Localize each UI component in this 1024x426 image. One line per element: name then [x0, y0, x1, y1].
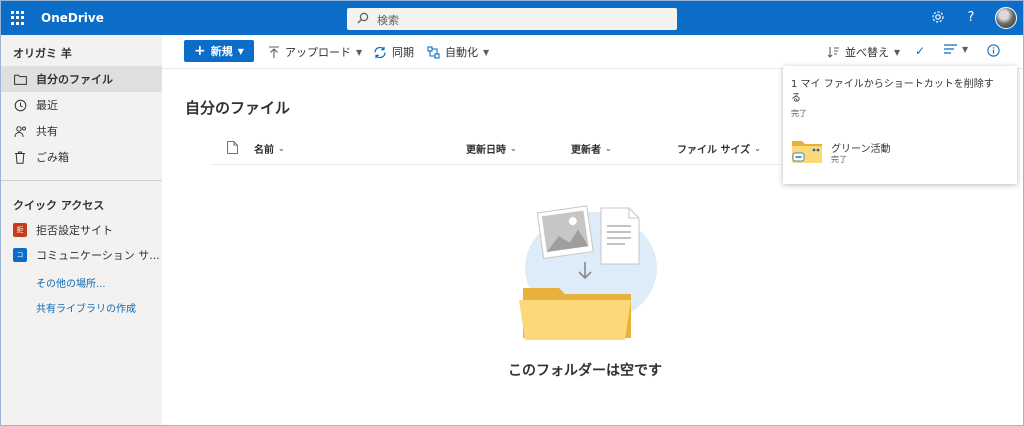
avatar[interactable]	[995, 7, 1017, 29]
notification-message: 1 マイ ファイルからショートカットを削除する	[791, 79, 994, 104]
checkmark-icon: ✓	[915, 44, 926, 58]
sidebar-site-deny-settings[interactable]: 拒 拒否設定サイト	[1, 217, 162, 243]
site-badge-icon: 拒	[13, 223, 27, 237]
sidebar: オリガミ 羊 自分のファイル 最近 共有 ごみ箱 クイック アクセス 拒 拒否設…	[1, 35, 162, 425]
notification-item-name[interactable]: グリーン活動	[831, 140, 891, 155]
command-bar: + 新規 ▼ アップロード ▼ 同期 自動化 ▼ 並べ替え ▼ ✓ ▼	[162, 35, 1023, 69]
chevron-down-icon: ▼	[894, 47, 901, 57]
create-shared-library-link[interactable]: 共有ライブラリの作成	[36, 300, 136, 315]
notification-item-status: 完了	[831, 155, 847, 164]
people-icon	[13, 124, 27, 138]
automate-button[interactable]: 自動化 ▼	[427, 44, 489, 60]
notification-status: 完了	[791, 109, 807, 118]
info-button[interactable]	[987, 44, 1000, 57]
chevron-down-icon: ⌄	[754, 144, 761, 153]
clock-icon	[13, 98, 27, 112]
site-label: 拒否設定サイト	[36, 224, 113, 237]
site-badge-icon: コ	[13, 248, 27, 262]
sidebar-item-label: 自分のファイル	[36, 73, 113, 86]
upload-button[interactable]: アップロード ▼	[268, 44, 362, 60]
column-header-modified-by[interactable]: 更新者 ⌄	[571, 141, 612, 156]
chevron-down-icon: ▼	[962, 44, 969, 54]
sidebar-item-recent[interactable]: 最近	[1, 92, 162, 118]
page-title: 自分のファイル	[185, 99, 291, 117]
list-view-icon	[944, 44, 957, 54]
sync-icon	[373, 46, 387, 59]
sidebar-item-label: ごみ箱	[36, 151, 69, 164]
sync-button[interactable]: 同期	[373, 44, 414, 60]
chevron-down-icon: ▼	[237, 46, 244, 56]
file-icon	[227, 141, 238, 154]
sidebar-site-communication[interactable]: コ コミュニケーション サ...	[1, 242, 162, 268]
chevron-down-icon: ▼	[356, 47, 363, 57]
automate-icon	[427, 45, 440, 59]
sidebar-item-label: 共有	[36, 125, 58, 138]
sort-icon	[827, 46, 840, 58]
select-checkmark-button[interactable]: ✓	[915, 44, 925, 58]
chevron-down-icon: ⌄	[510, 144, 517, 153]
sidebar-item-label: 最近	[36, 99, 58, 112]
view-options-button[interactable]: ▼	[944, 44, 968, 54]
shortcut-folder-icon[interactable]	[791, 138, 823, 164]
waffle-icon[interactable]	[11, 11, 25, 25]
plus-icon: +	[194, 43, 206, 59]
empty-folder-illustration	[519, 205, 657, 340]
new-button[interactable]: + 新規 ▼	[184, 40, 254, 62]
gear-icon[interactable]	[930, 10, 946, 26]
chevron-down-icon: ⌄	[605, 144, 612, 153]
quick-access-title: クイック アクセス	[13, 199, 105, 212]
site-label: コミュニケーション サ...	[36, 249, 160, 262]
empty-folder-message: このフォルダーは空です	[508, 363, 662, 379]
trash-icon	[13, 150, 27, 164]
search-icon	[357, 12, 369, 24]
sidebar-item-my-files[interactable]: 自分のファイル	[1, 66, 162, 92]
more-places-link[interactable]: その他の場所...	[36, 275, 106, 290]
folder-icon	[13, 72, 27, 86]
chevron-down-icon: ⌄	[278, 144, 285, 153]
info-icon	[987, 44, 1000, 57]
help-icon[interactable]: ?	[963, 10, 979, 26]
sidebar-item-recycle-bin[interactable]: ごみ箱	[1, 144, 162, 170]
upload-icon	[268, 45, 280, 59]
file-type-column-header[interactable]	[227, 141, 238, 154]
app-name[interactable]: OneDrive	[41, 11, 104, 25]
sidebar-divider	[1, 180, 162, 181]
chevron-down-icon: ▼	[483, 47, 490, 57]
notification-panel: 1 マイ ファイルからショートカットを削除する 完了 グリーン活動 完了	[783, 66, 1017, 184]
sidebar-item-shared[interactable]: 共有	[1, 118, 162, 144]
column-header-name[interactable]: 名前 ⌄	[254, 141, 285, 156]
search-placeholder: 検索	[377, 14, 399, 27]
sort-button[interactable]: 並べ替え ▼	[827, 44, 900, 60]
column-header-modified[interactable]: 更新日時 ⌄	[466, 141, 517, 156]
column-header-file-size[interactable]: ファイル サイズ ⌄	[677, 141, 761, 156]
search-box[interactable]: 検索	[347, 8, 677, 30]
header-divider	[210, 164, 782, 165]
top-bar: OneDrive 検索 ?	[1, 1, 1023, 35]
user-name: オリガミ 羊	[13, 47, 72, 60]
